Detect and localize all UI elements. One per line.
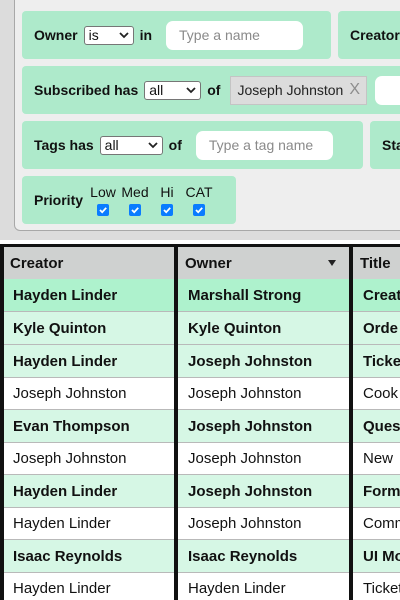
tag-name-input[interactable]: Type a tag name: [195, 130, 333, 160]
column-header-creator[interactable]: Creator: [3, 247, 173, 279]
table-row[interactable]: Hayden Linder Marshall Strong Creat: [0, 279, 400, 312]
cell-creator: Evan Thompson: [13, 417, 130, 435]
tag-name-placeholder: Type a tag name: [208, 137, 314, 153]
table-row[interactable]: Isaac Reynolds Isaac Reynolds UI Mo: [0, 540, 400, 573]
table-row[interactable]: Hayden Linder Joseph Johnston Comm: [0, 508, 400, 540]
priority-option-low[interactable]: Low: [87, 184, 119, 216]
cell-creator: Hayden Linder: [13, 352, 118, 370]
table-header: Creator Owner Title: [0, 244, 400, 279]
sort-down-icon[interactable]: [328, 260, 336, 266]
check-icon: [131, 207, 139, 214]
priority-low-checkbox[interactable]: [97, 204, 110, 216]
check-icon: [195, 207, 203, 214]
column-divider[interactable]: [174, 244, 178, 600]
cell-title: Ticke: [363, 352, 400, 370]
cell-owner: Marshall Strong: [188, 286, 302, 304]
cell-creator: Isaac Reynolds: [13, 547, 123, 565]
tickets-table: Creator Owner Title Hayden Linder Marshal…: [0, 244, 400, 600]
cell-owner: Joseph Johnston: [188, 417, 313, 435]
subscribed-operator-select[interactable]: all: [144, 80, 202, 100]
table-row[interactable]: Evan Thompson Joseph Johnston Ques: [0, 410, 400, 443]
subscriber-chip-label: Joseph Johnston: [237, 82, 344, 98]
table-row[interactable]: Joseph Johnston Joseph Johnston Cook l: [0, 378, 400, 410]
cell-creator: Joseph Johnston: [13, 450, 127, 467]
cell-owner: Joseph Johnston: [188, 515, 302, 532]
cell-owner: Kyle Quinton: [188, 319, 282, 337]
tags-filter: Tags has all of Type a tag name: [22, 121, 363, 169]
priority-cat-label: CAT: [185, 184, 213, 200]
subscribed-operator-value: all: [149, 82, 164, 98]
cell-owner: Joseph Johnston: [188, 385, 302, 402]
cell-title: Cook l: [363, 385, 400, 402]
subscribed-filter: Subscribed has all of Joseph Johnston X: [22, 66, 400, 114]
owner-name-placeholder: Type a name: [179, 27, 260, 43]
cell-title: UI Mo: [363, 547, 400, 565]
cell-title: Creat: [363, 286, 400, 304]
cell-owner: Hayden Linder: [188, 580, 286, 597]
column-divider[interactable]: [0, 244, 4, 600]
priority-med-label: Med: [121, 184, 149, 200]
tags-operator-select[interactable]: all: [99, 135, 163, 155]
check-icon: [99, 207, 107, 214]
tags-filter-label: Tags has: [34, 137, 94, 153]
cell-title: New: [363, 450, 394, 467]
chevron-down-icon: [186, 87, 196, 94]
tags-connector: of: [168, 137, 182, 153]
status-filter-label: Sta: [382, 137, 400, 153]
owner-operator-value: is: [88, 27, 99, 43]
column-header-title[interactable]: Title: [353, 247, 400, 279]
owner-connector: in: [139, 27, 153, 43]
priority-cat-checkbox[interactable]: [193, 204, 206, 216]
priority-filter-label: Priority: [34, 192, 84, 208]
subscriber-chip: Joseph Johnston X: [230, 75, 367, 105]
status-filter: Sta: [370, 121, 400, 169]
column-divider[interactable]: [349, 244, 353, 600]
cell-title: Form: [363, 482, 400, 500]
creator-filter: Creator: [338, 11, 400, 59]
creator-filter-label: Creator: [350, 27, 400, 43]
tags-operator-value: all: [104, 137, 119, 153]
table-row[interactable]: Hayden Linder Hayden Linder Ticket: [0, 573, 400, 600]
priority-hi-checkbox[interactable]: [161, 204, 174, 216]
priority-option-hi[interactable]: Hi: [151, 184, 183, 216]
priority-option-med[interactable]: Med: [119, 184, 151, 216]
priority-low-label: Low: [90, 184, 116, 200]
cell-title: Ticket: [363, 580, 400, 597]
remove-chip-button[interactable]: X: [349, 81, 360, 99]
cell-title: Comm: [363, 515, 400, 532]
chevron-down-icon: [118, 32, 129, 39]
check-icon: [163, 207, 171, 214]
owner-name-input[interactable]: Type a name: [166, 20, 304, 50]
table-row[interactable]: Kyle Quinton Kyle Quinton Orde: [0, 312, 400, 345]
subscribed-name-input[interactable]: [375, 75, 400, 105]
priority-med-checkbox[interactable]: [129, 204, 142, 216]
table-row[interactable]: Hayden Linder Joseph Johnston Ticke: [0, 345, 400, 378]
priority-option-cat[interactable]: CAT: [183, 184, 215, 216]
cell-creator: Hayden Linder: [13, 580, 111, 597]
owner-filter-label: Owner: [34, 27, 78, 43]
owner-operator-select[interactable]: is: [83, 25, 134, 45]
cell-title: Orde: [363, 319, 399, 337]
cell-creator: Kyle Quinton: [13, 319, 107, 337]
filter-panel: Owner is in Type a name Creator Subscrib…: [0, 0, 400, 240]
column-header-owner[interactable]: Owner: [178, 247, 348, 279]
cell-creator: Joseph Johnston: [13, 385, 127, 402]
cell-owner: Isaac Reynolds: [188, 547, 298, 565]
table-row[interactable]: Joseph Johnston Joseph Johnston New: [0, 443, 400, 475]
cell-creator: Hayden Linder: [13, 286, 118, 304]
owner-filter: Owner is in Type a name: [22, 11, 331, 59]
table-row[interactable]: Hayden Linder Joseph Johnston Form: [0, 475, 400, 508]
cell-title: Ques: [363, 417, 400, 435]
priority-filter: Priority Low Med Hi CAT: [22, 176, 236, 224]
cell-owner: Joseph Johnston: [188, 352, 313, 370]
cell-owner: Joseph Johnston: [188, 450, 302, 467]
cell-owner: Joseph Johnston: [188, 482, 313, 500]
chevron-down-icon: [148, 142, 158, 149]
subscribed-connector: of: [207, 82, 221, 98]
priority-hi-label: Hi: [160, 184, 174, 200]
cell-creator: Hayden Linder: [13, 515, 111, 532]
subscribed-filter-label: Subscribed has: [34, 82, 139, 98]
cell-creator: Hayden Linder: [13, 482, 118, 500]
